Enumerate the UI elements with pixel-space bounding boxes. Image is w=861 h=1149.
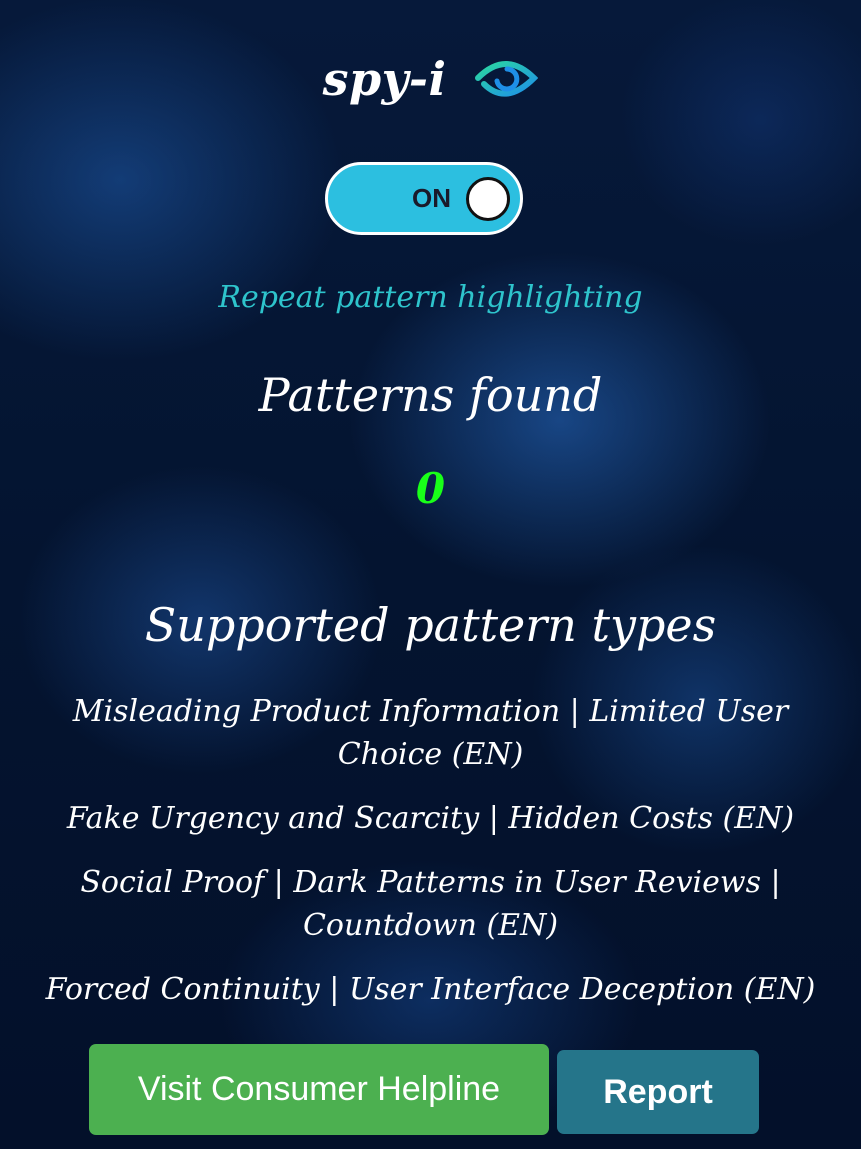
patterns-found-heading: Patterns found <box>258 368 603 422</box>
repeat-highlighting-label: Repeat pattern highlighting <box>218 280 643 315</box>
pattern-type-item: Social Proof | Dark Patterns in User Rev… <box>80 865 781 943</box>
app-title: spy-i <box>322 52 447 106</box>
patterns-found-count: 0 <box>415 464 446 513</box>
header: spy-i <box>0 52 861 106</box>
supported-types-list: Misleading Product Information | Limited… <box>20 690 841 1032</box>
eye-icon <box>474 54 539 104</box>
pattern-type-item: Fake Urgency and Scarcity | Hidden Costs… <box>66 801 795 836</box>
toggle-label: ON <box>412 183 451 213</box>
highlight-toggle[interactable]: ON <box>325 162 523 235</box>
popup-page: spy-i ON Repeat pattern highlighting Pat… <box>0 0 861 1149</box>
toggle-knob <box>466 177 510 221</box>
visit-helpline-button[interactable]: Visit Consumer Helpline <box>89 1044 549 1135</box>
pattern-type-item: Forced Continuity | User Interface Decep… <box>45 972 816 1007</box>
pattern-type-item: Misleading Product Information | Limited… <box>72 694 789 772</box>
supported-types-heading: Supported pattern types <box>144 598 717 652</box>
report-button[interactable]: Report <box>557 1050 759 1134</box>
